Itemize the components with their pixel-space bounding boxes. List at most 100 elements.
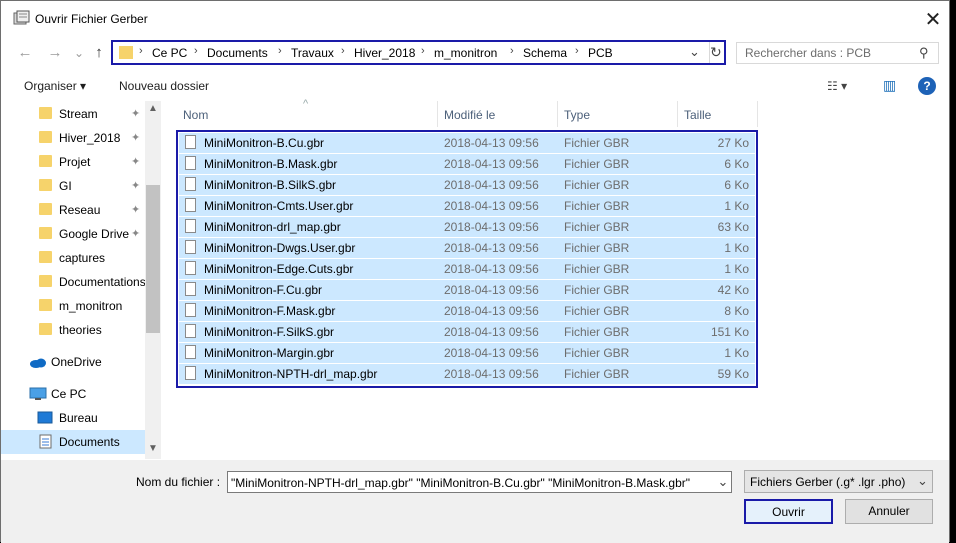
file-row[interactable]: MiniMonitron-B.Cu.gbr 2018-04-13 09:56 Fic… <box>179 133 755 153</box>
file-modified: 2018-04-13 09:56 <box>444 325 539 339</box>
organize-menu[interactable]: Organiser ▾ <box>24 79 86 93</box>
search-input[interactable]: Rechercher dans : PCB ⚲ <box>736 42 939 64</box>
file-row[interactable]: MiniMonitron-F.Mask.gbr 2018-04-13 09:56 F… <box>179 301 755 321</box>
sidebar-item-projet[interactable]: Projet ✦ <box>1 150 145 174</box>
sidebar-item-captures[interactable]: captures <box>1 246 145 270</box>
sidebar-item-hiver-2018[interactable]: Hiver_2018 ✦ <box>1 126 145 150</box>
scrollbar-thumb[interactable] <box>146 185 160 333</box>
recent-locations-icon[interactable]: ⌄ <box>69 43 89 63</box>
file-modified: 2018-04-13 09:56 <box>444 262 539 276</box>
sidebar-item-m-monitron[interactable]: m_monitron <box>1 294 145 318</box>
filename-input[interactable]: "MiniMonitron-NPTH-drl_map.gbr" "MiniMon… <box>227 471 732 493</box>
address-bar[interactable]: › Ce PC › Documents › Travaux › Hiver_20… <box>111 40 726 65</box>
pin-icon: ✦ <box>131 132 141 144</box>
navigation-scrollbar[interactable]: ▲ ▼ <box>145 101 161 459</box>
sort-indicator-icon: ^ <box>303 98 309 110</box>
sidebar-item-theories[interactable]: theories <box>1 318 145 342</box>
forward-arrow-icon[interactable]: → <box>45 43 65 63</box>
search-icon[interactable]: ⚲ <box>919 45 929 61</box>
filename-dropdown-icon[interactable]: ⌄ <box>716 474 730 490</box>
sidebar-item-label: Reseau <box>59 203 101 217</box>
file-modified: 2018-04-13 09:56 <box>444 367 539 381</box>
file-row[interactable]: MiniMonitron-drl_map.gbr 2018-04-13 09:56… <box>179 217 755 237</box>
sidebar-item-documentations[interactable]: Documentations <box>1 270 146 294</box>
file-row[interactable]: MiniMonitron-Margin.gbr 2018-04-13 09:56 F… <box>179 343 755 363</box>
sidebar-item-documents[interactable]: Documents <box>1 430 145 454</box>
scroll-down-icon[interactable]: ▼ <box>148 443 158 454</box>
column-divider[interactable] <box>557 101 558 127</box>
cancel-button[interactable]: Annuler <box>845 499 933 524</box>
close-icon[interactable]: ✕ <box>915 7 951 33</box>
folder-icon <box>39 179 52 191</box>
file-type: Fichier GBR <box>564 220 630 234</box>
new-folder-button[interactable]: Nouveau dossier <box>119 79 209 93</box>
file-row[interactable]: MiniMonitron-F.SilkS.gbr 2018-04-13 09:56… <box>179 322 755 342</box>
cloud-icon <box>30 358 46 368</box>
breadcrumb-schema[interactable]: Schema <box>523 46 567 60</box>
scroll-up-icon[interactable]: ▲ <box>148 103 158 114</box>
breadcrumb-separator: › <box>194 45 198 57</box>
file-icon <box>185 366 196 380</box>
file-modified: 2018-04-13 09:56 <box>444 283 539 297</box>
column-divider[interactable] <box>757 101 758 127</box>
file-row[interactable]: MiniMonitron-Cmts.User.gbr 2018-04-13 09:… <box>179 196 755 216</box>
sidebar-item-label: GI <box>59 179 72 193</box>
breadcrumb-pcb[interactable]: PCB <box>588 46 613 60</box>
sidebar-item-google-drive[interactable]: Google Drive ✦ <box>1 222 145 246</box>
file-row[interactable]: MiniMonitron-Dwgs.User.gbr 2018-04-13 09:… <box>179 238 755 258</box>
breadcrumb-travaux[interactable]: Travaux <box>291 46 334 60</box>
file-name: MiniMonitron-Dwgs.User.gbr <box>204 241 356 255</box>
file-name: MiniMonitron-F.Cu.gbr <box>204 283 323 297</box>
file-type-select[interactable]: Fichiers Gerber (.g* .lgr .pho) ⌄ <box>744 470 933 493</box>
preview-pane-icon[interactable]: ▥ <box>883 77 896 94</box>
sidebar-item-label: Documents <box>59 435 120 449</box>
sidebar-item-label: OneDrive <box>51 355 102 369</box>
sidebar-item-onedrive[interactable]: OneDrive <box>1 350 145 374</box>
refresh-icon[interactable]: ↻ <box>710 44 722 61</box>
breadcrumb-separator: › <box>510 45 514 57</box>
sidebar-item-stream[interactable]: Stream ✦ <box>1 102 145 126</box>
help-icon[interactable]: ? <box>918 77 936 95</box>
sidebar-item-reseau[interactable]: Reseau ✦ <box>1 198 145 222</box>
sidebar-item-gi[interactable]: GI ✦ <box>1 174 145 198</box>
sidebar-item-bureau[interactable]: Bureau <box>1 406 145 430</box>
column-divider[interactable] <box>437 101 438 127</box>
file-modified: 2018-04-13 09:56 <box>444 157 539 171</box>
breadcrumb-m-monitron[interactable]: m_monitron <box>434 46 497 60</box>
breadcrumb-this-pc[interactable]: Ce PC <box>152 46 187 60</box>
back-arrow-icon[interactable]: ← <box>15 43 35 63</box>
up-arrow-icon[interactable]: ↑ <box>89 43 109 63</box>
address-dropdown-icon[interactable]: ⌄ <box>689 44 700 60</box>
file-modified: 2018-04-13 09:56 <box>444 178 539 192</box>
file-icon <box>185 282 196 296</box>
view-options-icon[interactable]: ☷ ▾ <box>827 79 847 93</box>
file-icon <box>185 135 196 149</box>
file-name: MiniMonitron-B.Cu.gbr <box>204 136 325 150</box>
file-row[interactable]: MiniMonitron-NPTH-drl_map.gbr 2018-04-13 … <box>179 364 755 384</box>
breadcrumb-hiver-2018[interactable]: Hiver_2018 <box>354 46 415 60</box>
file-icon <box>185 324 196 338</box>
breadcrumb-separator: › <box>421 45 425 57</box>
title-bar: Ouvrir Fichier Gerber ✕ <box>1 1 949 35</box>
file-type-dropdown-icon[interactable]: ⌄ <box>917 473 928 489</box>
open-button[interactable]: Ouvrir <box>744 499 833 524</box>
sidebar-item-label: captures <box>59 251 106 265</box>
file-row[interactable]: MiniMonitron-B.SilkS.gbr 2018-04-13 09:56… <box>179 175 755 195</box>
breadcrumb-documents[interactable]: Documents <box>207 46 268 60</box>
file-row[interactable]: MiniMonitron-F.Cu.gbr 2018-04-13 09:56 Fic… <box>179 280 755 300</box>
file-row[interactable]: MiniMonitron-Edge.Cuts.gbr 2018-04-13 09:… <box>179 259 755 279</box>
file-name: MiniMonitron-F.SilkS.gbr <box>204 325 335 339</box>
file-icon <box>185 198 196 212</box>
pin-icon: ✦ <box>131 204 141 216</box>
folder-icon <box>39 251 52 263</box>
file-size: 151 Ko <box>710 325 749 339</box>
file-type: Fichier GBR <box>564 178 630 192</box>
breadcrumb-separator: › <box>139 45 143 57</box>
file-row[interactable]: MiniMonitron-B.Mask.gbr 2018-04-13 09:56 F… <box>179 154 755 174</box>
sidebar-item-this-pc[interactable]: Ce PC <box>1 382 145 406</box>
folder-icon <box>119 46 133 59</box>
sidebar-item-label: Google Drive <box>59 227 130 241</box>
file-modified: 2018-04-13 09:56 <box>444 241 539 255</box>
column-divider[interactable] <box>677 101 678 127</box>
file-size: 42 Ko <box>717 283 749 297</box>
